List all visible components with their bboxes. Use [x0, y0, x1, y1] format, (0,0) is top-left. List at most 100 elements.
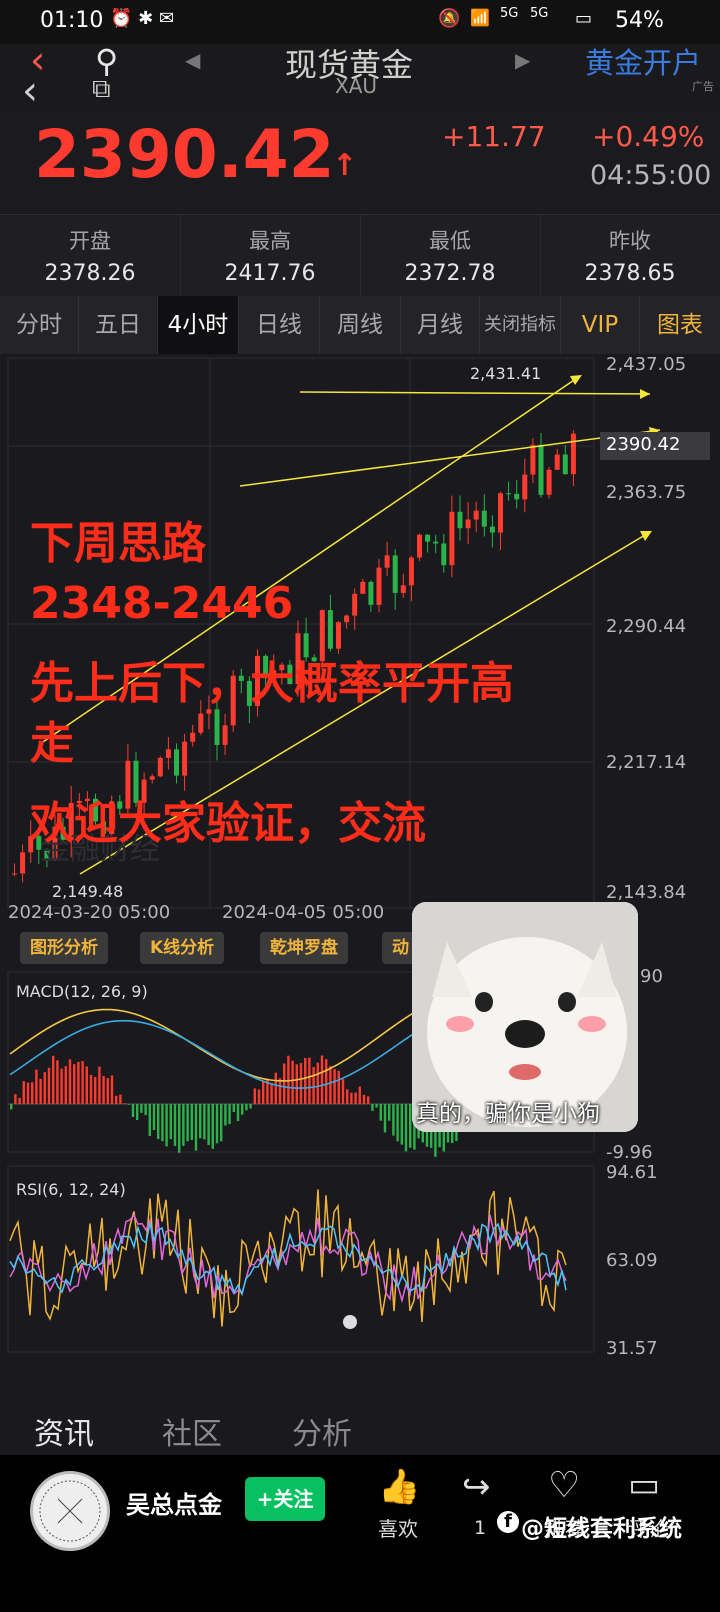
tab-news[interactable]: 资讯 [34, 1409, 94, 1453]
wifi-icon: 📶 [470, 8, 490, 27]
macd-bar [85, 1066, 88, 1104]
author-name[interactable]: 吴总点金 [126, 1485, 222, 1520]
ohlc-label: 开盘 [69, 229, 111, 253]
macd-bar [77, 1061, 80, 1104]
alarm-icon: ⏰ ✱ ✉ [110, 8, 175, 29]
candle-body [12, 873, 17, 875]
macd-bar [26, 1082, 30, 1104]
price-block: 2390.42 ↑ +11.77 +0.49% 04:55:00 [0, 114, 720, 214]
candle-body [174, 749, 179, 776]
tab-monthly[interactable]: 月线 [401, 296, 480, 354]
share-count: 1 [474, 1517, 487, 1539]
ohlc-value: 2378.26 [44, 261, 136, 286]
macd-bar [165, 1104, 168, 1147]
signal2-label: 5G [530, 6, 549, 21]
macd-bar [131, 1104, 135, 1117]
macd-bar [316, 1062, 319, 1104]
macd-bar [249, 1104, 252, 1109]
comment-icon[interactable]: ▭ [628, 1465, 660, 1505]
tab-4hour[interactable]: 4小时 [158, 296, 239, 354]
next-symbol-icon[interactable]: ▶ [515, 48, 530, 72]
candle-body [562, 454, 568, 475]
macd-bar [152, 1104, 156, 1130]
macd-axis-bottom: -9.96 [606, 1142, 653, 1163]
price-axis-label: 2,143.84 [606, 882, 687, 903]
channel-lower-arrow-icon [640, 531, 652, 541]
candle-body [481, 510, 487, 527]
date-label: 2024-03-20 05:00 [8, 902, 171, 923]
candle-body [182, 741, 188, 776]
candle-body [157, 757, 163, 777]
overlay-line: 2348-2446 [30, 578, 294, 629]
macd-bar [31, 1082, 34, 1104]
compass-button[interactable]: 乾坤罗盘 [260, 932, 348, 964]
candle-body [214, 709, 220, 745]
author-avatar[interactable] [30, 1471, 110, 1551]
ohlc-high: 最高 2417.76 [180, 215, 361, 297]
prev-symbol-icon[interactable]: ◀ [185, 48, 200, 72]
tab-daily[interactable]: 日线 [239, 296, 320, 354]
tab-vip[interactable]: VIP [561, 296, 640, 354]
open-account-link[interactable]: 黄金开户 [585, 40, 701, 82]
macd-bar [14, 1094, 17, 1104]
tab-chart[interactable]: 图表 [640, 296, 720, 354]
macd-bar [295, 1064, 298, 1104]
ohlc-label: 最高 [249, 229, 291, 253]
macd-bar [270, 1082, 273, 1104]
kline-analysis-button[interactable]: K线分析 [140, 932, 225, 964]
price-axis-label: 2,290.44 [606, 616, 687, 637]
macd-bar [144, 1104, 147, 1116]
macd-bar [64, 1066, 67, 1104]
ohlc-label: 最低 [429, 229, 471, 253]
price-up-arrow-icon: ↑ [332, 148, 358, 183]
tab-analysis[interactable]: 分析 [292, 1409, 352, 1453]
macd-bar [98, 1066, 101, 1104]
macd-bar [136, 1104, 139, 1121]
chart-area[interactable]: 2,437.05 2,363.75 2,290.44 2,217.14 2,14… [0, 354, 720, 1399]
price-change-pct: +0.49% [592, 120, 705, 153]
recommend-icon[interactable]: ♡ [548, 1465, 580, 1506]
ohlc-value: 2417.76 [224, 261, 316, 286]
macd-bar [140, 1104, 143, 1113]
candle-body [336, 622, 341, 649]
ohlc-value: 2378.65 [584, 261, 676, 286]
candle-body [473, 510, 479, 520]
status-time: 01:10 [40, 8, 104, 33]
macd-bar [278, 1078, 282, 1104]
macd-bar [89, 1074, 93, 1104]
tab-weekly[interactable]: 周线 [320, 296, 401, 354]
tab-community[interactable]: 社区 [162, 1409, 222, 1453]
tab-intraday[interactable]: 分时 [0, 296, 79, 354]
candle-body [498, 493, 503, 533]
tab-close-indicators[interactable]: 关闭指标 [480, 296, 561, 354]
macd-bar [354, 1092, 357, 1104]
macd-bar [308, 1057, 311, 1104]
macd-bar [312, 1067, 315, 1104]
price-axis-label: 2,363.75 [606, 482, 687, 503]
share-icon[interactable]: ↪ [462, 1467, 491, 1507]
macd-bar [400, 1104, 403, 1145]
follow-button[interactable]: +关注 [245, 1477, 325, 1521]
current-price-tag: 2390.42 [606, 434, 681, 455]
macd-bar [161, 1104, 164, 1142]
like-icon[interactable]: 👍 [378, 1467, 420, 1507]
tab-five-day[interactable]: 五日 [79, 296, 158, 354]
candle-body [408, 557, 414, 586]
float-window-icon[interactable]: ⧉ [92, 74, 111, 105]
candle-body [570, 433, 576, 475]
period-tabs: 分时 五日 4小时 日线 周线 月线 关闭指标 VIP 图表 [0, 296, 720, 354]
macd-bar [299, 1063, 303, 1104]
candle-body [190, 732, 196, 742]
macd-bar [47, 1067, 51, 1104]
macd-bar [39, 1078, 42, 1104]
macd-bar [392, 1104, 395, 1136]
candle-body [457, 511, 463, 529]
macd-bar [194, 1104, 198, 1151]
macd-bar [232, 1104, 235, 1112]
macd-bar [22, 1081, 25, 1104]
price-change: +11.77 [442, 120, 546, 153]
macd-bar [10, 1104, 13, 1110]
graph-analysis-button[interactable]: 图形分析 [20, 932, 108, 964]
macd-bar [102, 1075, 105, 1104]
back-arrow-icon[interactable]: ‹ [22, 68, 38, 114]
